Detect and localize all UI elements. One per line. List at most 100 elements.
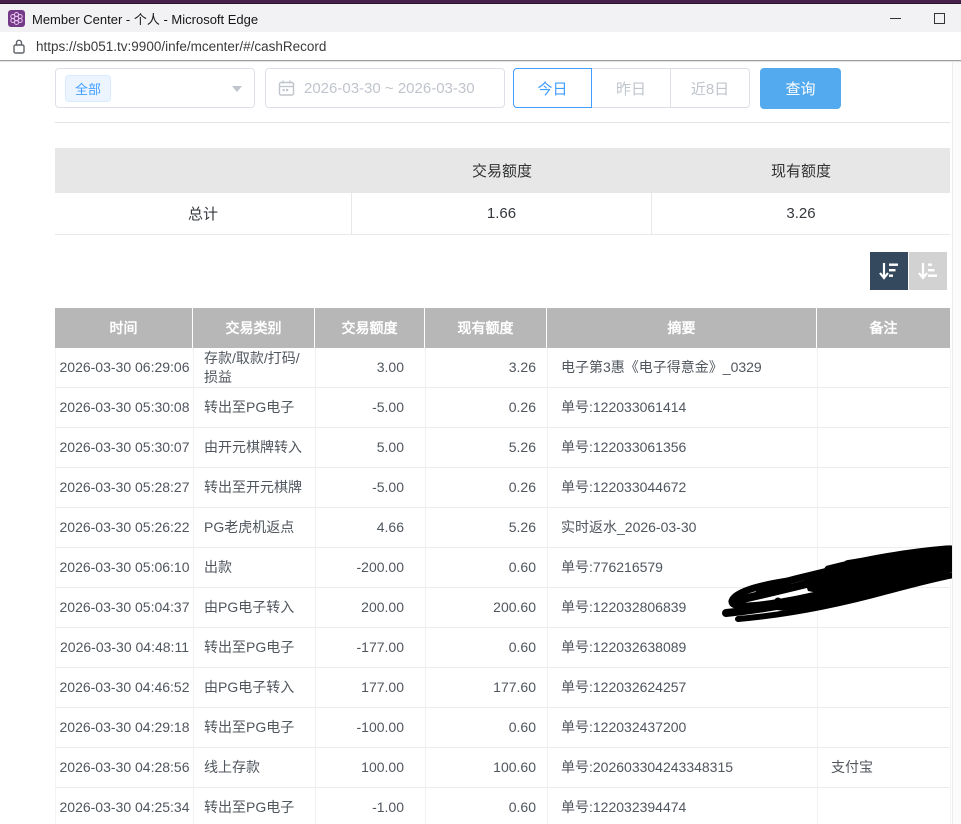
cell-summary: 单号:122032806839 bbox=[548, 588, 818, 627]
type-select-value: 全部 bbox=[65, 75, 111, 102]
search-button[interactable]: 查询 bbox=[760, 68, 841, 109]
table-row: 2026-03-30 04:28:56 线上存款 100.00 100.60 单… bbox=[55, 748, 950, 788]
cell-time: 2026-03-30 06:29:06 bbox=[56, 348, 194, 387]
cell-balance: 0.26 bbox=[426, 388, 548, 427]
cell-time: 2026-03-30 04:46:52 bbox=[56, 668, 194, 707]
site-favicon-icon bbox=[8, 10, 25, 27]
yesterday-button[interactable]: 昨日 bbox=[592, 68, 671, 108]
cell-balance: 0.60 bbox=[426, 548, 548, 587]
sort-ascending-button[interactable] bbox=[909, 252, 947, 290]
cell-balance: 0.26 bbox=[426, 468, 548, 507]
cell-note bbox=[818, 668, 951, 707]
cell-summary: 单号:122033061414 bbox=[548, 388, 818, 427]
cell-balance: 0.60 bbox=[426, 788, 548, 824]
sort-ascending-icon bbox=[917, 260, 939, 282]
cell-type: PG老虎机返点 bbox=[194, 508, 316, 547]
cell-note bbox=[818, 468, 951, 507]
quick-date-button-group: 今日 昨日 近8日 bbox=[513, 68, 750, 108]
cell-type: 转出至PG电子 bbox=[194, 388, 316, 427]
cell-note bbox=[818, 548, 951, 587]
cell-type: 转出至PG电子 bbox=[194, 788, 316, 824]
cell-amount: 5.00 bbox=[316, 428, 426, 467]
cell-time: 2026-03-30 05:30:07 bbox=[56, 428, 194, 467]
cell-summary: 单号:122032638089 bbox=[548, 628, 818, 667]
cell-time: 2026-03-30 05:06:10 bbox=[56, 548, 194, 587]
browser-window: Member Center - 个人 - Microsoft Edge http… bbox=[0, 0, 961, 824]
summary-table: 交易额度 现有额度 总计 1.66 3.26 bbox=[55, 148, 950, 235]
cell-time: 2026-03-30 05:26:22 bbox=[56, 508, 194, 547]
cell-summary: 单号:122033061356 bbox=[548, 428, 818, 467]
table-row: 2026-03-30 05:30:08 转出至PG电子 -5.00 0.26 单… bbox=[55, 388, 950, 428]
summary-header-balance: 现有额度 bbox=[652, 148, 950, 193]
cell-time: 2026-03-30 04:28:56 bbox=[56, 748, 194, 787]
cell-note bbox=[818, 428, 951, 467]
window-title: Member Center - 个人 - Microsoft Edge bbox=[32, 9, 258, 28]
cell-amount: -5.00 bbox=[316, 388, 426, 427]
date-range-value: 2026-03-30 ~ 2026-03-30 bbox=[304, 80, 475, 97]
table-row: 2026-03-30 04:25:34 转出至PG电子 -1.00 0.60 单… bbox=[55, 788, 950, 824]
cell-amount: -100.00 bbox=[316, 708, 426, 747]
table-row: 2026-03-30 05:06:10 出款 -200.00 0.60 单号:7… bbox=[55, 548, 950, 588]
cell-note: 支付宝 bbox=[818, 748, 951, 787]
summary-transaction-total: 1.66 bbox=[352, 193, 652, 234]
type-select[interactable]: 全部 bbox=[55, 68, 255, 108]
cell-time: 2026-03-30 05:04:37 bbox=[56, 588, 194, 627]
cell-summary: 单号:202603304243348315 bbox=[548, 748, 818, 787]
table-row: 2026-03-30 05:28:27 转出至开元棋牌 -5.00 0.26 单… bbox=[55, 468, 950, 508]
cell-time: 2026-03-30 04:48:11 bbox=[56, 628, 194, 667]
cell-amount: 4.66 bbox=[316, 508, 426, 547]
table-row: 2026-03-30 05:26:22 PG老虎机返点 4.66 5.26 实时… bbox=[55, 508, 950, 548]
vertical-scrollbar[interactable] bbox=[952, 62, 961, 824]
cell-balance: 5.26 bbox=[426, 428, 548, 467]
cell-type: 由PG电子转入 bbox=[194, 668, 316, 707]
header-amount: 交易额度 bbox=[315, 308, 425, 348]
last8days-button[interactable]: 近8日 bbox=[671, 68, 750, 108]
cell-note bbox=[818, 348, 951, 387]
yesterday-button-label: 昨日 bbox=[616, 78, 646, 99]
maximize-icon bbox=[934, 13, 945, 24]
cell-summary: 电子第3惠《电子得意金》_0329 bbox=[548, 348, 818, 387]
cell-amount: -1.00 bbox=[316, 788, 426, 824]
cell-balance: 5.26 bbox=[426, 508, 548, 547]
cell-balance: 3.26 bbox=[426, 348, 548, 387]
minimize-button[interactable] bbox=[873, 4, 917, 32]
cell-type: 线上存款 bbox=[194, 748, 316, 787]
today-button[interactable]: 今日 bbox=[513, 68, 592, 108]
summary-total-row: 总计 1.66 3.26 bbox=[55, 193, 950, 235]
cell-amount: -177.00 bbox=[316, 628, 426, 667]
table-row: 2026-03-30 06:29:06 存款/取款/打码/损益 3.00 3.2… bbox=[55, 348, 950, 388]
table-row: 2026-03-30 05:04:37 由PG电子转入 200.00 200.6… bbox=[55, 588, 950, 628]
date-range-picker[interactable]: 2026-03-30 ~ 2026-03-30 bbox=[265, 68, 505, 108]
cell-type: 由PG电子转入 bbox=[194, 588, 316, 627]
cell-note bbox=[818, 388, 951, 427]
cell-amount: -200.00 bbox=[316, 548, 426, 587]
sort-controls bbox=[870, 252, 947, 290]
maximize-button[interactable] bbox=[917, 4, 961, 32]
cell-note bbox=[818, 588, 951, 627]
cell-note bbox=[818, 508, 951, 547]
address-bar[interactable]: https://sb051.tv:9900/infe/mcenter/#/cas… bbox=[0, 32, 961, 60]
chevron-down-icon bbox=[232, 86, 242, 92]
table-row: 2026-03-30 04:46:52 由PG电子转入 177.00 177.6… bbox=[55, 668, 950, 708]
cell-type: 存款/取款/打码/损益 bbox=[194, 348, 316, 387]
cell-note bbox=[818, 628, 951, 667]
cell-balance: 0.60 bbox=[426, 708, 548, 747]
calendar-icon bbox=[278, 79, 295, 97]
cell-amount: -5.00 bbox=[316, 468, 426, 507]
cell-balance: 100.60 bbox=[426, 748, 548, 787]
cell-time: 2026-03-30 04:29:18 bbox=[56, 708, 194, 747]
cell-type: 转出至PG电子 bbox=[194, 628, 316, 667]
cell-type: 转出至开元棋牌 bbox=[194, 468, 316, 507]
titlebar[interactable]: Member Center - 个人 - Microsoft Edge bbox=[0, 4, 961, 32]
today-button-label: 今日 bbox=[537, 78, 567, 99]
search-button-label: 查询 bbox=[785, 78, 815, 99]
cell-amount: 100.00 bbox=[316, 748, 426, 787]
cell-balance: 0.60 bbox=[426, 628, 548, 667]
summary-header-row: 交易额度 现有额度 bbox=[55, 148, 950, 193]
url-text: https://sb051.tv:9900/infe/mcenter/#/cas… bbox=[36, 39, 326, 54]
table-row: 2026-03-30 04:29:18 转出至PG电子 -100.00 0.60… bbox=[55, 708, 950, 748]
cell-type: 由开元棋牌转入 bbox=[194, 428, 316, 467]
sort-descending-button[interactable] bbox=[870, 252, 908, 290]
cell-summary: 单号:122032437200 bbox=[548, 708, 818, 747]
table-row: 2026-03-30 05:30:07 由开元棋牌转入 5.00 5.26 单号… bbox=[55, 428, 950, 468]
